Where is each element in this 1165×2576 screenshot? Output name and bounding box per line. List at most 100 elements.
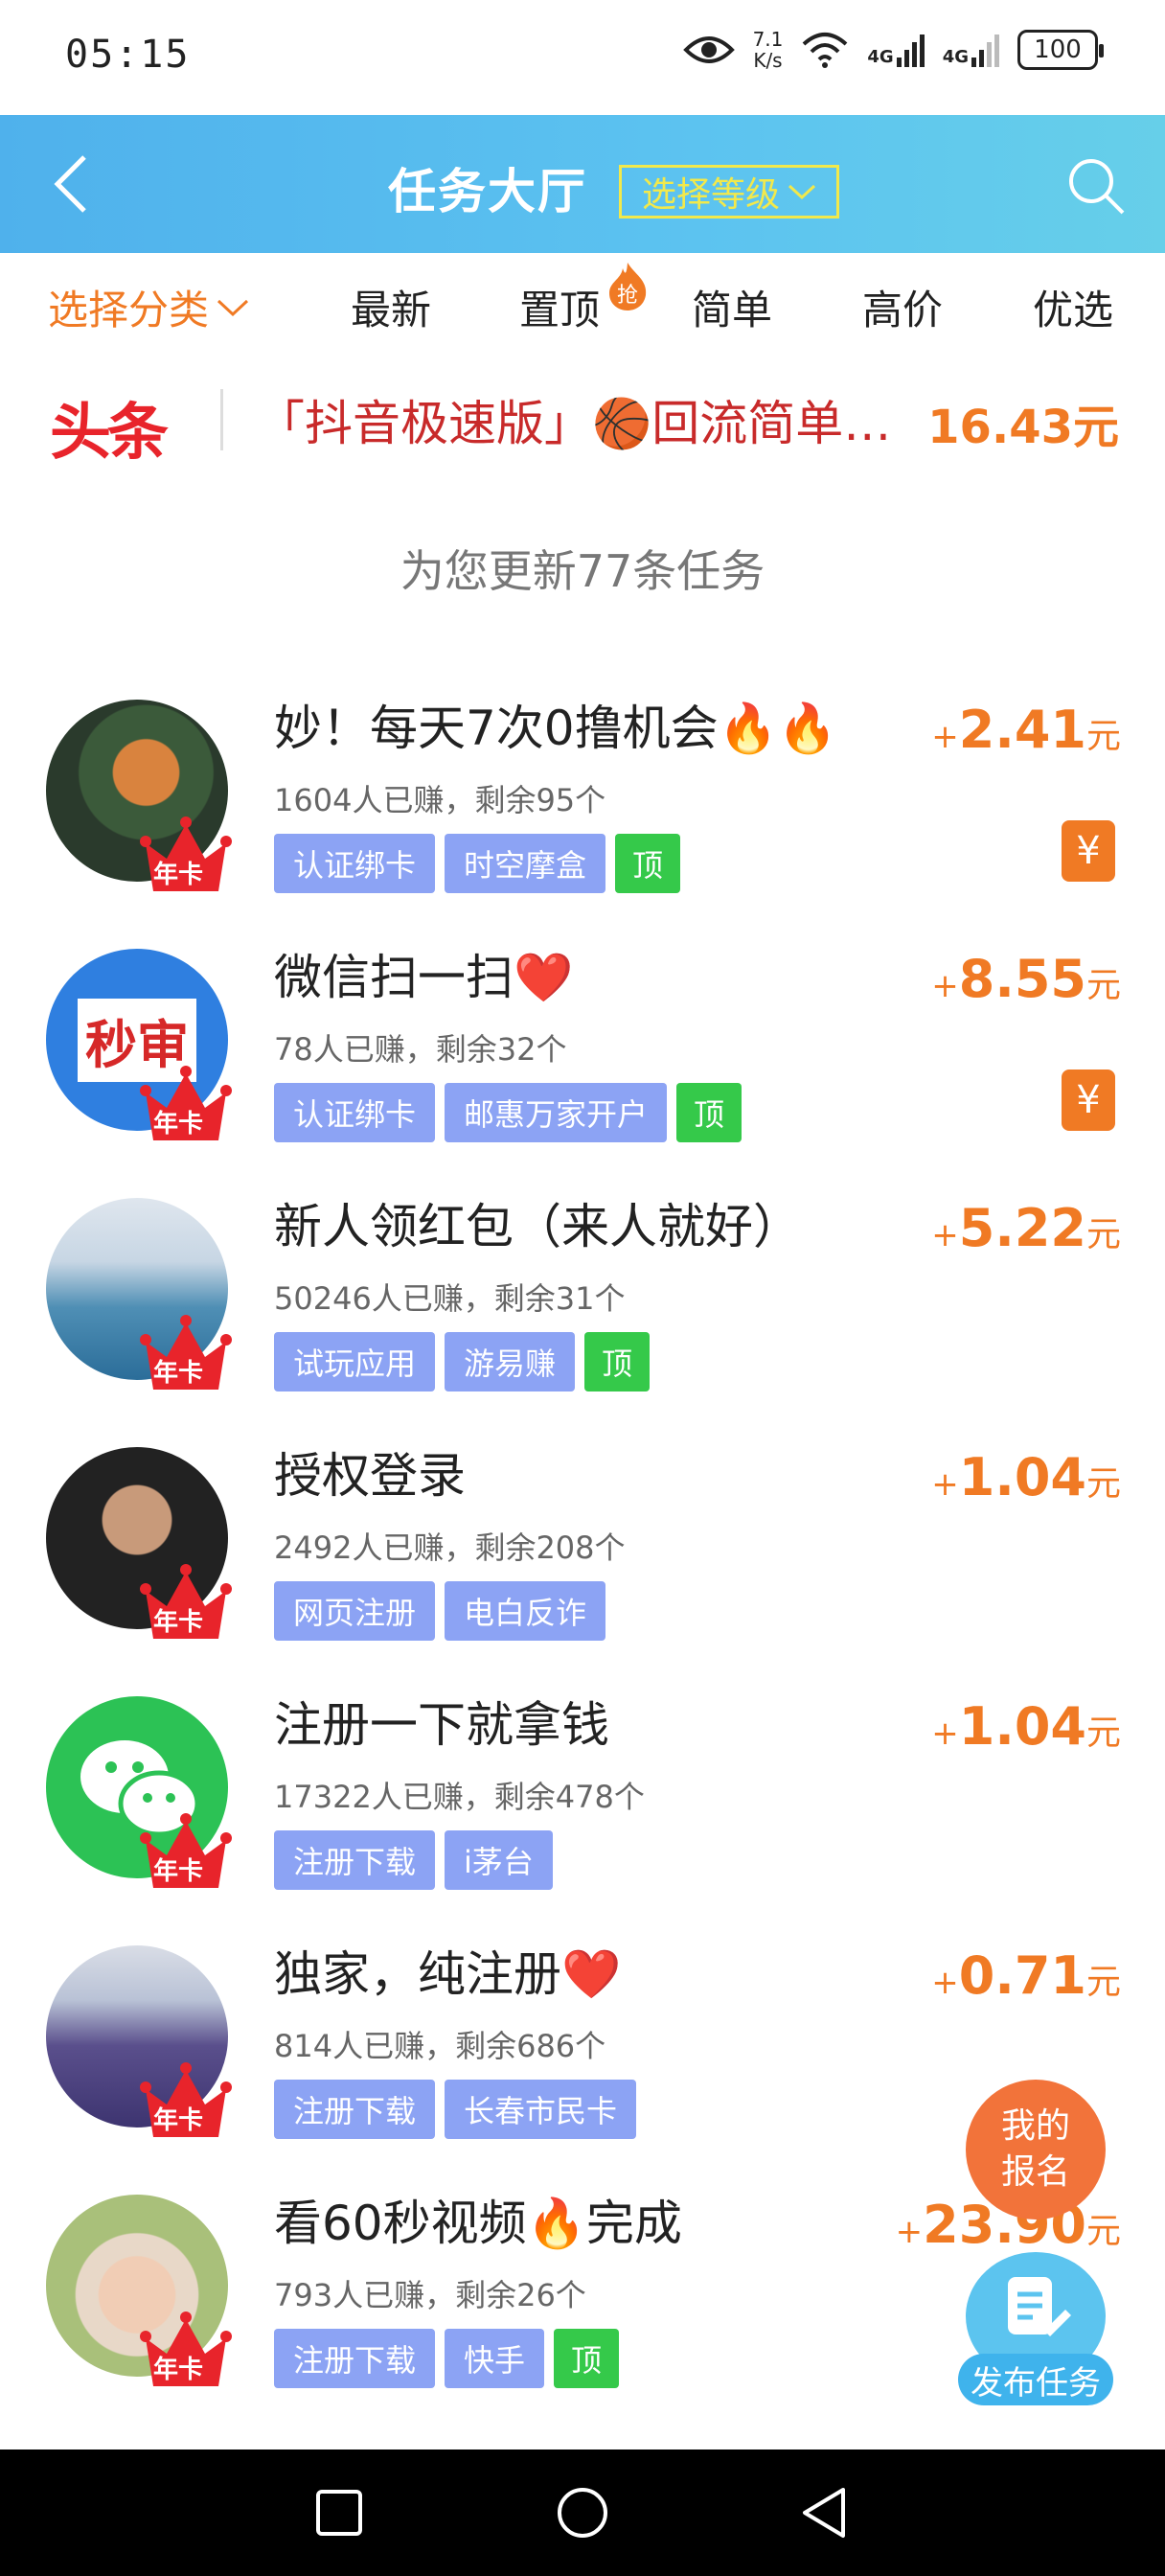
filter-category-label: 选择分类 bbox=[48, 287, 210, 334]
my-signups-line2: 报名 bbox=[1000, 2152, 1070, 2192]
price-unit: 元 bbox=[1085, 1963, 1121, 2002]
price-unit: 元 bbox=[1085, 1464, 1121, 1504]
filter-tab-pinned[interactable]: 置顶 bbox=[519, 278, 600, 336]
filter-tab-high-price[interactable]: 高价 bbox=[862, 278, 943, 336]
task-price: +2.41元 bbox=[931, 700, 1121, 760]
signal-bars-icon bbox=[896, 34, 925, 67]
vip-badge-label: 年卡 bbox=[153, 1110, 204, 1138]
task-tag: 长春市民卡 bbox=[445, 2080, 637, 2139]
signal-4g-1-label: 4G bbox=[867, 47, 894, 67]
task-tag: i茅台 bbox=[445, 1830, 553, 1890]
vip-badge-label: 年卡 bbox=[153, 2356, 204, 2384]
back-triangle-icon[interactable] bbox=[795, 2484, 853, 2542]
status-bar: 05:15 7.1 K/s 4G 4G 100 bbox=[0, 0, 1165, 115]
ticker-text: 「抖音极速版」🏀回流简单… bbox=[257, 396, 892, 451]
document-edit-icon bbox=[1008, 2277, 1071, 2336]
wifi-icon bbox=[803, 33, 848, 68]
my-signups-button[interactable]: 我的 报名 bbox=[966, 2080, 1106, 2220]
home-circle-icon[interactable] bbox=[554, 2484, 611, 2542]
task-title: 妙！每天7次0撸机会🔥🔥 bbox=[274, 701, 838, 756]
chevron-down-icon bbox=[217, 299, 249, 316]
chevron-down-icon bbox=[788, 184, 816, 200]
vip-badge-label: 年卡 bbox=[153, 1608, 204, 1637]
filter-category-dropdown[interactable]: 选择分类 bbox=[48, 278, 249, 336]
price-value: 8.55 bbox=[958, 949, 1086, 1009]
signal-4g-2-label: 4G bbox=[942, 47, 969, 67]
task-tag: 认证绑卡 bbox=[274, 834, 436, 893]
task-meta: 50246人已赚，剩余31个 bbox=[274, 1280, 626, 1317]
price-sign: + bbox=[931, 718, 959, 756]
task-title: 独家，纯注册❤️ bbox=[274, 1946, 622, 2002]
select-level-label: 选择等级 bbox=[641, 175, 780, 215]
task-tag: 电白反诈 bbox=[445, 1581, 606, 1641]
task-row[interactable]: 年卡 注册一下就拿钱 17322人已赚，剩余478个 注册下载 i茅台 +1.0… bbox=[0, 1668, 1165, 1917]
task-row[interactable]: 年卡 新人领红包（来人就好） 50246人已赚，剩余31个 试玩应用 游易赚 顶… bbox=[0, 1169, 1165, 1418]
task-meta: 78人已赚，剩余32个 bbox=[274, 1031, 567, 1068]
price-sign: + bbox=[931, 1714, 959, 1753]
task-tag: 网页注册 bbox=[274, 1581, 436, 1641]
task-meta: 793人已赚，剩余26个 bbox=[274, 2277, 586, 2313]
task-tags: 注册下载 i茅台 bbox=[274, 1830, 553, 1890]
signal-4g-1: 4G bbox=[867, 33, 925, 67]
task-meta: 2492人已赚，剩余208个 bbox=[274, 1530, 626, 1566]
vip-badge-label: 年卡 bbox=[153, 1359, 204, 1388]
signal-bars-icon bbox=[971, 34, 999, 67]
filter-tab-latest[interactable]: 最新 bbox=[351, 278, 431, 336]
price-value: 1.04 bbox=[958, 1696, 1086, 1757]
status-icons: 7.1 K/s 4G 4G 100 bbox=[682, 29, 1104, 71]
price-unit: 元 bbox=[1085, 1215, 1121, 1254]
task-price: +8.55元 bbox=[931, 949, 1121, 1009]
task-row[interactable]: 秒审 年卡 微信扫一扫❤️ 78人已赚，剩余32个 认证绑卡 邮惠万家开户 顶 … bbox=[0, 920, 1165, 1169]
task-tag: 游易赚 bbox=[445, 1332, 576, 1392]
back-arrow-icon[interactable] bbox=[42, 150, 111, 218]
publish-task-button[interactable]: 发布任务 bbox=[958, 2252, 1113, 2405]
task-tag: 注册下载 bbox=[274, 2329, 436, 2388]
pinned-tag: 顶 bbox=[676, 1083, 742, 1142]
price-value: 5.22 bbox=[958, 1198, 1086, 1258]
price-unit: 元 bbox=[1085, 966, 1121, 1005]
task-title: 微信扫一扫❤️ bbox=[274, 950, 574, 1005]
price-value: 0.71 bbox=[958, 1945, 1086, 2006]
task-price: +1.04元 bbox=[931, 1447, 1121, 1507]
price-sign: + bbox=[931, 967, 959, 1005]
pinned-tag: 顶 bbox=[615, 834, 681, 893]
filter-tab-preferred[interactable]: 优选 bbox=[1033, 278, 1113, 336]
price-unit: 元 bbox=[1085, 2212, 1121, 2251]
task-tags: 认证绑卡 邮惠万家开户 顶 bbox=[274, 1083, 742, 1142]
recents-square-icon[interactable] bbox=[310, 2484, 368, 2542]
eye-icon bbox=[682, 36, 735, 63]
price-unit: 元 bbox=[1085, 717, 1121, 756]
yuan-coupon-icon: ¥ bbox=[1062, 1070, 1115, 1131]
filter-tab-simple[interactable]: 简单 bbox=[692, 278, 772, 336]
signal-4g-2: 4G bbox=[943, 33, 1000, 67]
app-header: 任务大厅 选择等级 bbox=[0, 115, 1165, 253]
vip-badge-label: 年卡 bbox=[153, 861, 204, 889]
net-speed: 7.1 K/s bbox=[753, 29, 784, 71]
task-title: 授权登录 bbox=[274, 1448, 466, 1504]
task-price: +5.22元 bbox=[931, 1198, 1121, 1258]
task-tag: 注册下载 bbox=[274, 2080, 436, 2139]
status-time: 05:15 bbox=[65, 33, 191, 77]
net-speed-unit: K/s bbox=[753, 49, 783, 72]
select-level-button[interactable]: 选择等级 bbox=[619, 165, 839, 218]
task-title: 注册一下就拿钱 bbox=[274, 1697, 609, 1753]
page-title: 任务大厅 bbox=[388, 164, 587, 219]
price-sign: + bbox=[895, 2213, 924, 2251]
task-tags: 试玩应用 游易赚 顶 bbox=[274, 1332, 651, 1392]
headline-ticker[interactable]: 头条 「抖音极速版」🏀回流简单… 16.43元 bbox=[0, 374, 1165, 470]
price-sign: + bbox=[931, 1964, 959, 2002]
task-tag: 试玩应用 bbox=[274, 1332, 436, 1392]
task-row[interactable]: 年卡 授权登录 2492人已赚，剩余208个 网页注册 电白反诈 +1.04元 bbox=[0, 1418, 1165, 1668]
price-sign: + bbox=[931, 1465, 959, 1504]
ticker-price: 16.43元 bbox=[927, 401, 1119, 454]
task-title: 看60秒视频🔥完成 bbox=[274, 2196, 682, 2251]
task-tag: 注册下载 bbox=[274, 1830, 436, 1890]
search-icon[interactable] bbox=[1065, 155, 1127, 217]
task-meta: 17322人已赚，剩余478个 bbox=[274, 1779, 645, 1815]
headline-logo: 头条 bbox=[50, 398, 169, 469]
vip-badge-label: 年卡 bbox=[153, 2106, 204, 2135]
price-value: 2.41 bbox=[958, 700, 1086, 760]
task-tags: 注册下载 长春市民卡 bbox=[274, 2080, 637, 2139]
task-row[interactable]: 年卡 妙！每天7次0撸机会🔥🔥 1604人已赚，剩余95个 认证绑卡 时空摩盒 … bbox=[0, 671, 1165, 920]
ticker-divider bbox=[220, 389, 223, 450]
